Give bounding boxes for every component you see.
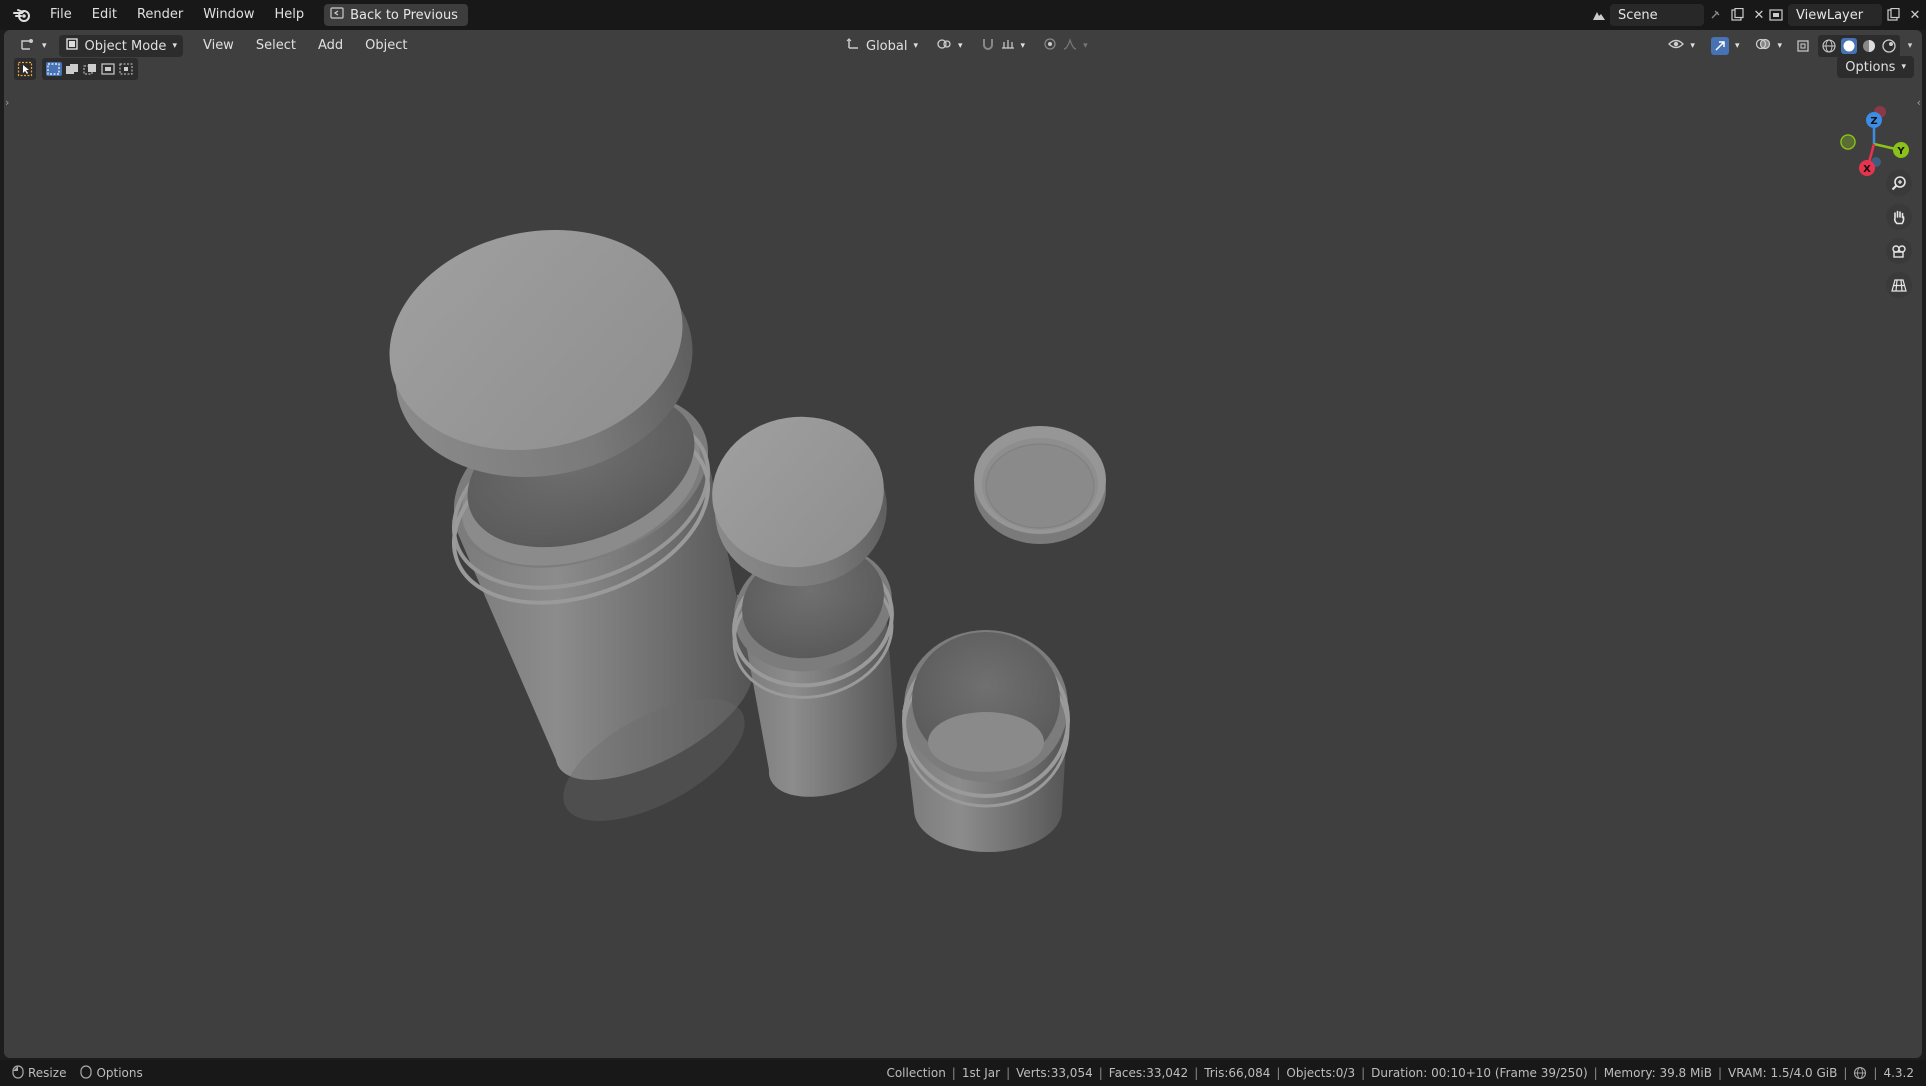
status-duration: Duration: 00:10+10 (Frame 39/250) [1371,1066,1588,1080]
status-bar: Resize Options Collection | 1st Jar | Vert… [0,1060,1926,1086]
status-options-label: Options [96,1066,143,1080]
status-version: 4.3.2 [1883,1066,1914,1080]
status-collection: Collection [886,1066,946,1080]
blender-logo-icon[interactable] [10,3,34,27]
status-vram: VRAM: 1.5/4.0 GiB [1727,1066,1838,1080]
view-layer-icon[interactable] [1766,4,1788,26]
scene-selector: Scene ✕ [1588,4,1770,26]
menu-window[interactable]: Window [193,3,264,27]
view-layer-name: ViewLayer [1796,7,1864,23]
status-active-object: 1st Jar [961,1066,1001,1080]
back-button-label: Back to Previous [350,7,458,23]
menu-edit[interactable]: Edit [82,3,127,27]
menu-file[interactable]: File [40,3,82,27]
mouse-right-icon [80,1064,93,1082]
new-view-layer-icon[interactable] [1882,4,1904,26]
status-resize-label: Resize [28,1066,67,1080]
status-objects: Objects:0/3 [1286,1066,1356,1080]
scene-render [389,229,1106,852]
status-memory: Memory: 39.8 MiB [1603,1066,1712,1080]
remove-view-layer-icon[interactable]: ✕ [1904,4,1926,26]
back-icon [330,7,344,23]
new-scene-icon[interactable] [1726,4,1748,26]
view-layer-selector: ViewLayer ✕ [1766,4,1926,26]
small-jar[interactable] [902,630,1070,852]
status-tris: Tris:66,084 [1204,1066,1271,1080]
top-bar: File Edit Render Window Help Back to Pre… [0,0,1926,30]
scene-name: Scene [1618,7,1658,23]
mouse-left-icon [12,1064,24,1082]
network-icon[interactable] [1853,1066,1867,1080]
small-jar-lid[interactable] [974,426,1106,544]
status-hint-resize: Resize [12,1064,67,1082]
menu-help[interactable]: Help [265,3,315,27]
scene-icon[interactable] [1588,4,1610,26]
scene-statistics: Collection | 1st Jar | Verts:33,054 | Faces… [886,1066,1914,1080]
back-to-previous-button[interactable]: Back to Previous [324,4,468,26]
pin-icon[interactable] [1704,4,1726,26]
status-verts: Verts:33,054 [1016,1066,1093,1080]
status-faces: Faces:33,042 [1108,1066,1189,1080]
view-layer-field[interactable]: ViewLayer [1788,4,1882,26]
scene-name-field[interactable]: Scene [1610,4,1704,26]
menu-render[interactable]: Render [127,3,193,27]
3d-viewport[interactable]: ▾ Object Mode ▾ View Select Add Object G… [4,30,1922,1058]
status-hint-options: Options [80,1064,143,1082]
